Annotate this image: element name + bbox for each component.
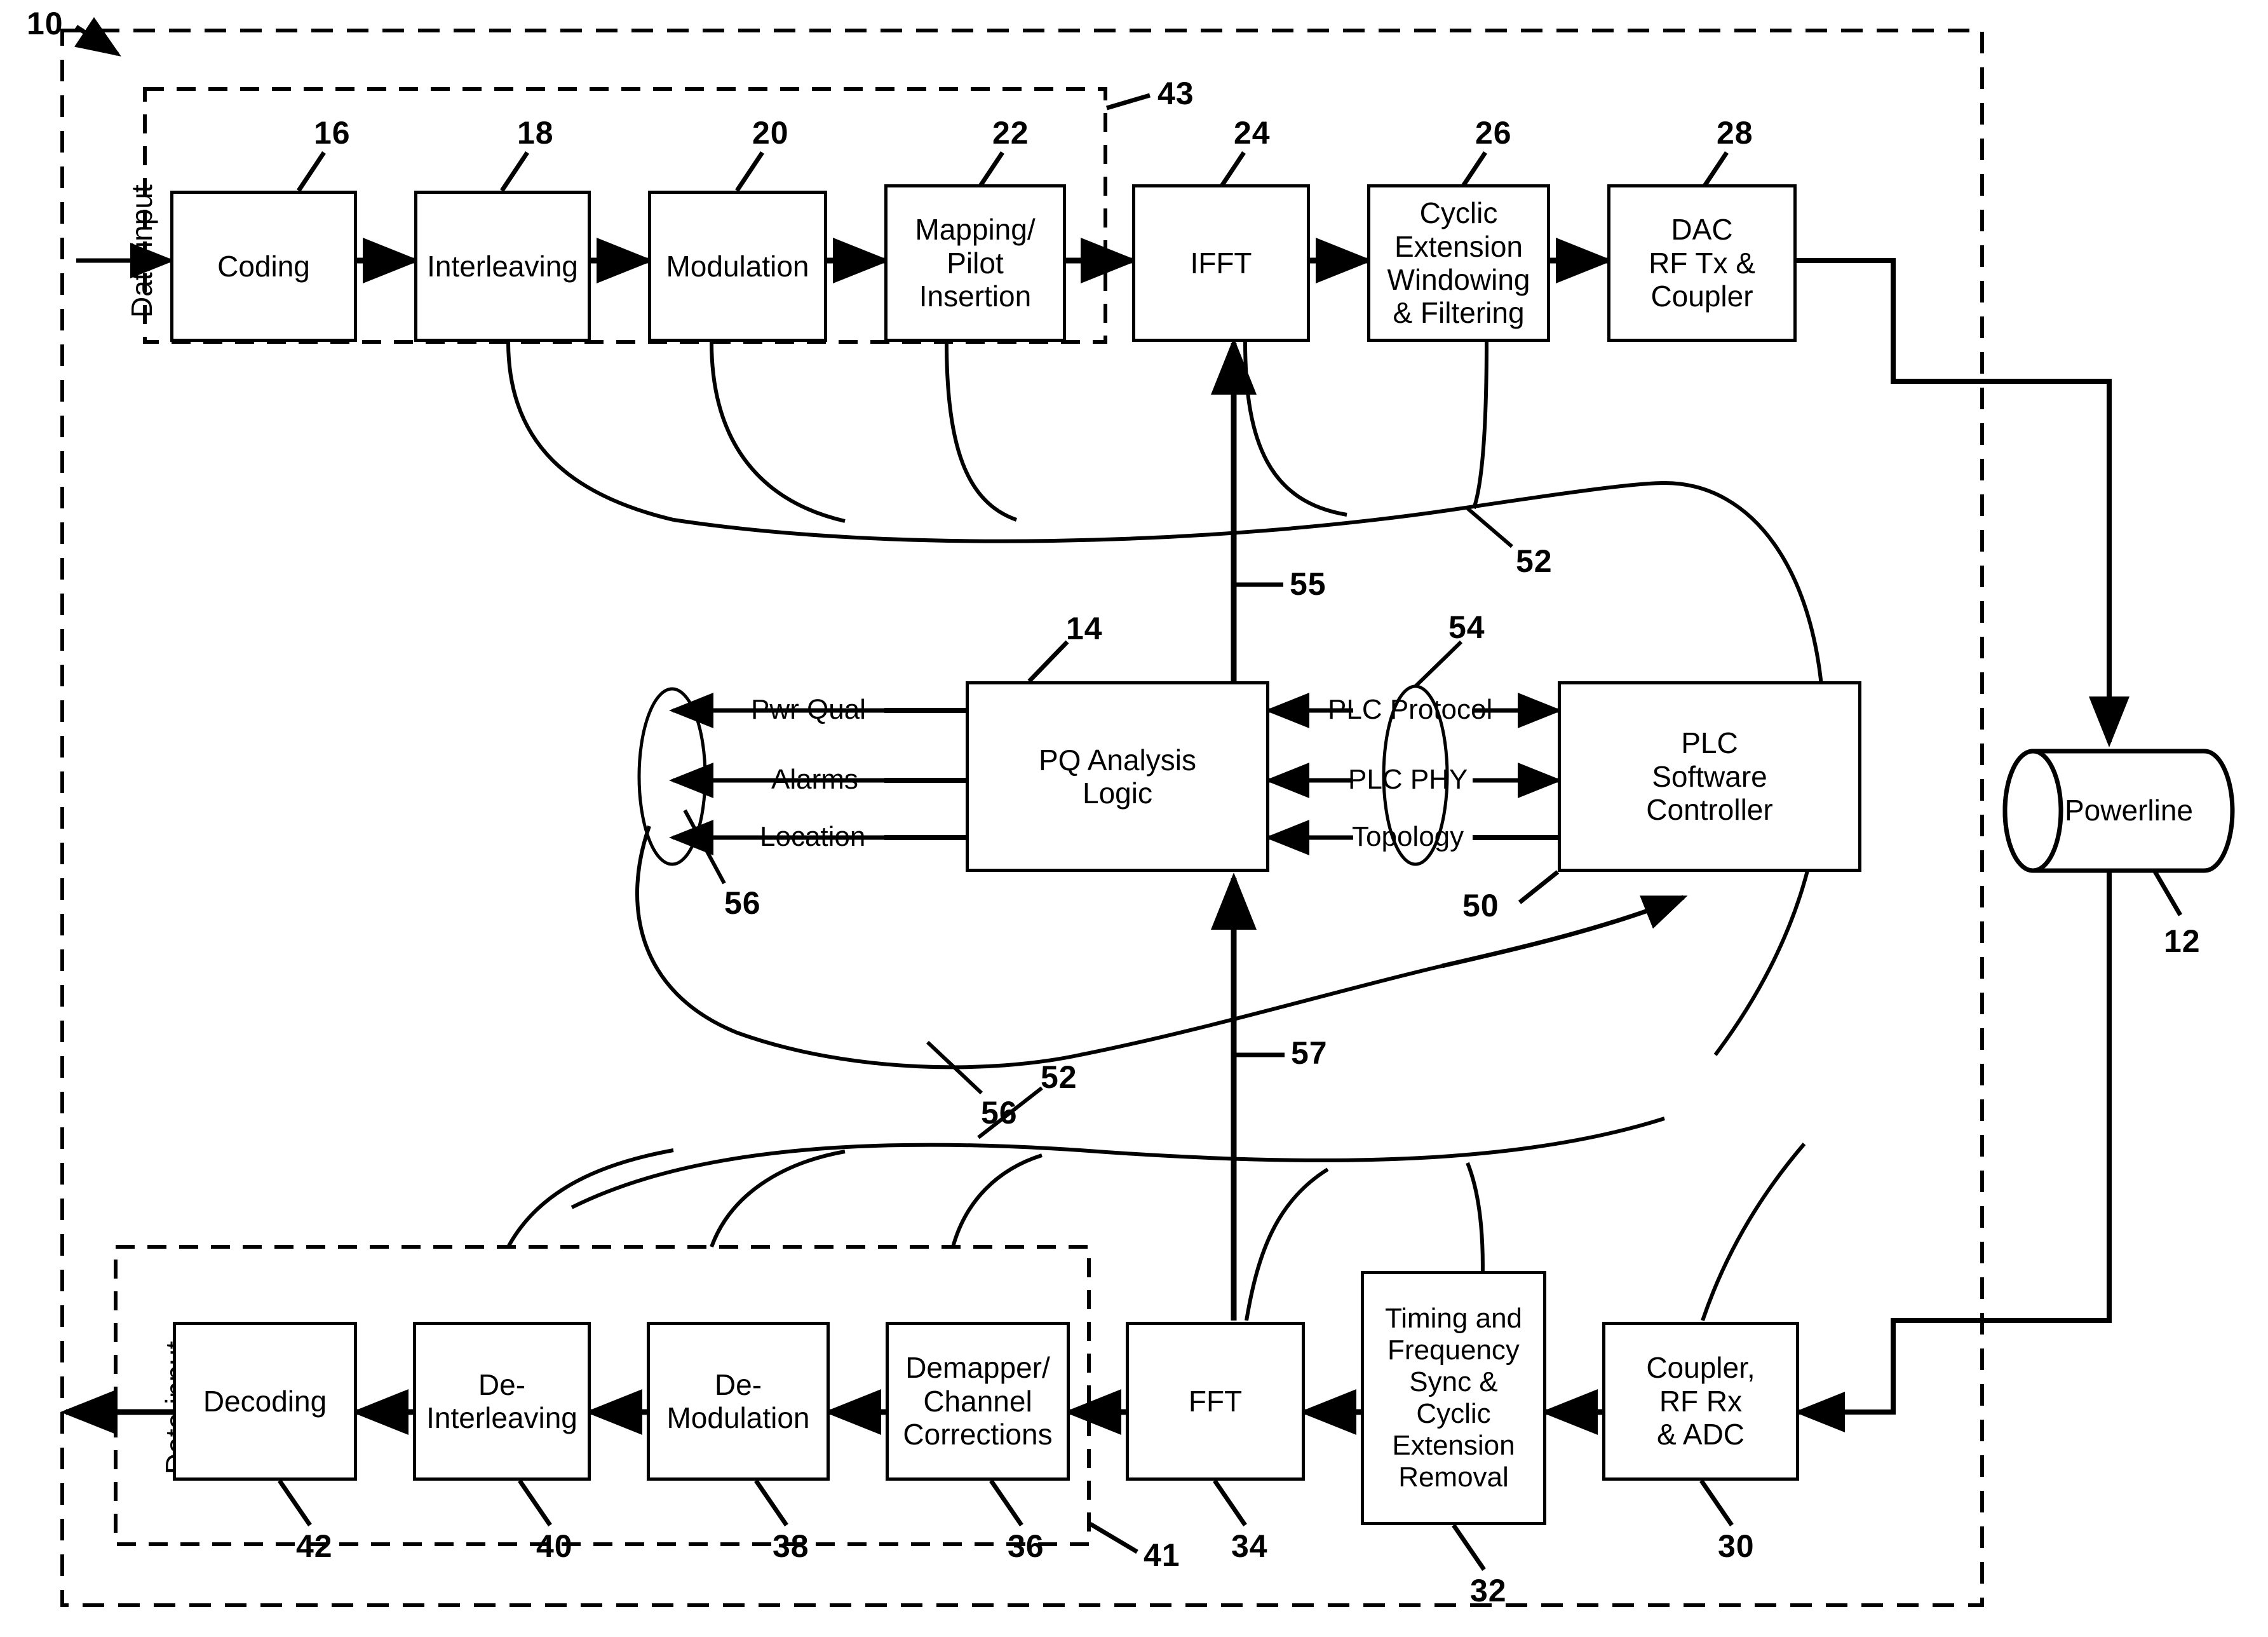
plc-interface-protocol: PLC Protocol	[1328, 694, 1493, 725]
ref-24: 24	[1234, 115, 1271, 151]
patent-figure: Coding Interleaving Modulation Mapping/ …	[0, 0, 2268, 1637]
ref-14: 14	[1066, 611, 1103, 646]
ref-43: 43	[1158, 76, 1194, 111]
plc-interface-phy: PLC PHY	[1348, 764, 1468, 795]
plc-interface-topology: Topology	[1352, 821, 1464, 852]
tx-block-ifft-label: IFFT	[1190, 246, 1252, 280]
pq-analysis-logic-label: PQ Analysis Logic	[1039, 743, 1196, 810]
ref-56-upper: 56	[724, 885, 761, 921]
pq-output-pwr-qual: Pwr Qual	[751, 694, 866, 725]
rx-block-de-interleaving-label: De- Interleaving	[426, 1368, 577, 1434]
tx-block-mapping-pilot-insertion-label: Mapping/ Pilot Insertion	[915, 213, 1036, 313]
tx-data-input-label: Data input	[125, 184, 158, 318]
ref-10: 10	[27, 6, 64, 41]
rx-block-fft[interactable]: FFT	[1126, 1322, 1305, 1481]
tx-block-coding-label: Coding	[217, 249, 310, 283]
tx-block-modulation[interactable]: Modulation	[648, 191, 827, 342]
rx-block-de-interleaving[interactable]: De- Interleaving	[413, 1322, 591, 1481]
ref-12: 12	[2164, 923, 2201, 959]
ref-42: 42	[296, 1528, 333, 1564]
tx-block-dac-rf-tx-coupler[interactable]: DAC RF Tx & Coupler	[1607, 184, 1797, 342]
pq-output-alarms: Alarms	[771, 764, 858, 795]
pq-analysis-logic-block[interactable]: PQ Analysis Logic	[966, 681, 1269, 872]
tx-block-cyclic-extension-label: Cyclic Extension Windowing & Filtering	[1387, 196, 1530, 330]
ref-32: 32	[1470, 1573, 1507, 1608]
ref-41: 41	[1144, 1537, 1180, 1573]
plc-software-controller-block[interactable]: PLC Software Controller	[1558, 681, 1861, 872]
rx-block-timing-frequency-sync[interactable]: Timing and Frequency Sync & Cyclic Exten…	[1361, 1271, 1546, 1525]
rx-block-de-modulation[interactable]: De- Modulation	[647, 1322, 830, 1481]
ref-38: 38	[773, 1528, 809, 1564]
pq-output-location: Location	[760, 821, 866, 852]
ref-18: 18	[517, 115, 554, 151]
ref-57: 57	[1291, 1035, 1328, 1071]
ref-56-lower: 56	[981, 1095, 1018, 1131]
rx-block-timing-frequency-sync-label: Timing and Frequency Sync & Cyclic Exten…	[1384, 1302, 1523, 1493]
ref-54: 54	[1448, 609, 1485, 645]
rx-block-coupler-rf-rx-adc[interactable]: Coupler, RF Rx & ADC	[1602, 1322, 1799, 1481]
rx-block-decoding-label: Decoding	[203, 1384, 327, 1418]
rx-block-demapper-channel-corrections[interactable]: Demapper/ Channel Corrections	[886, 1322, 1070, 1481]
tx-block-interleaving[interactable]: Interleaving	[414, 191, 591, 342]
ref-52-rx: 52	[1041, 1059, 1077, 1095]
ref-16: 16	[314, 115, 351, 151]
ref-28: 28	[1717, 115, 1753, 151]
ref-50: 50	[1462, 888, 1499, 923]
rx-block-de-modulation-label: De- Modulation	[666, 1368, 810, 1434]
tx-block-dac-rf-tx-coupler-label: DAC RF Tx & Coupler	[1649, 213, 1755, 313]
rx-block-coupler-rf-rx-adc-label: Coupler, RF Rx & ADC	[1646, 1351, 1755, 1451]
ref-55: 55	[1290, 566, 1326, 602]
plc-software-controller-label: PLC Software Controller	[1646, 726, 1773, 827]
ref-40: 40	[536, 1528, 573, 1564]
ref-30: 30	[1718, 1528, 1755, 1564]
rx-block-decoding[interactable]: Decoding	[173, 1322, 357, 1481]
ref-36: 36	[1008, 1528, 1044, 1564]
ref-26: 26	[1475, 115, 1512, 151]
ref-34: 34	[1231, 1528, 1268, 1564]
rx-block-demapper-channel-corrections-label: Demapper/ Channel Corrections	[903, 1351, 1053, 1451]
tx-block-cyclic-extension[interactable]: Cyclic Extension Windowing & Filtering	[1367, 184, 1550, 342]
tx-block-ifft[interactable]: IFFT	[1132, 184, 1310, 342]
tx-block-modulation-label: Modulation	[666, 249, 809, 283]
tx-block-interleaving-label: Interleaving	[427, 249, 578, 283]
tx-block-mapping-pilot-insertion[interactable]: Mapping/ Pilot Insertion	[884, 184, 1066, 342]
ref-52-tx: 52	[1516, 543, 1553, 579]
rx-block-fft-label: FFT	[1188, 1384, 1243, 1418]
ref-22: 22	[992, 115, 1029, 151]
ref-20: 20	[752, 115, 789, 151]
powerline-label: Powerline	[2065, 794, 2193, 827]
tx-block-coding[interactable]: Coding	[170, 191, 357, 342]
